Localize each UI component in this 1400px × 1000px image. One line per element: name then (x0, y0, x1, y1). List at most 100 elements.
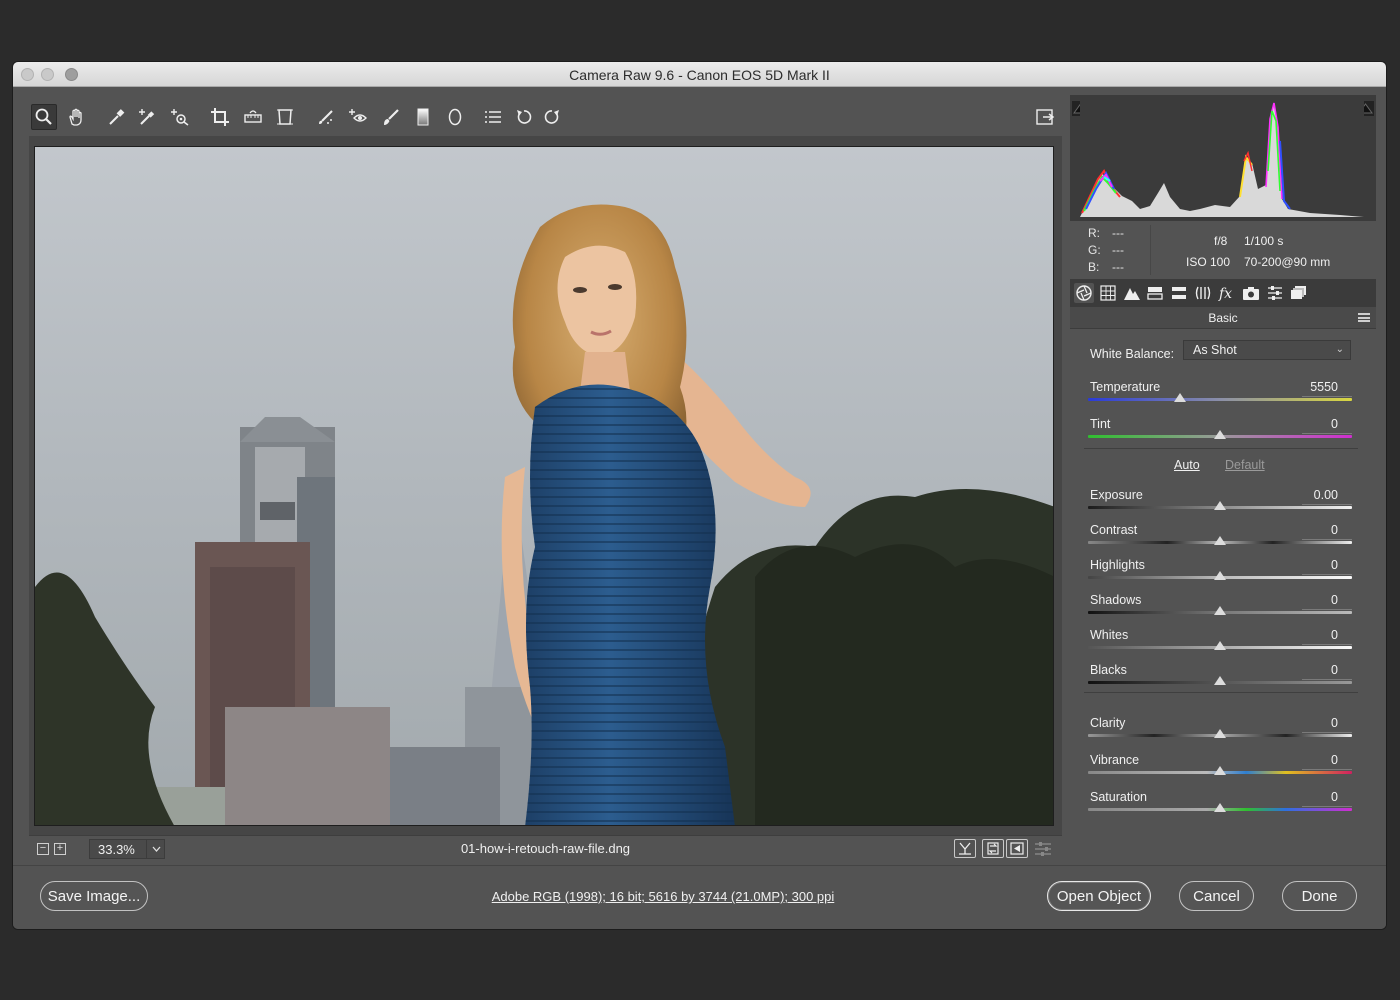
vibrance-slider-thumb[interactable] (1214, 766, 1226, 775)
crop-tool[interactable] (207, 104, 233, 130)
clarity-value-field[interactable]: 0 (1268, 716, 1338, 730)
done-label: Done (1301, 887, 1338, 905)
copy-settings-button[interactable] (1006, 839, 1028, 858)
highlights-slider-thumb[interactable] (1214, 571, 1226, 580)
tab-snapshots[interactable] (1289, 283, 1309, 303)
iso-value: ISO 100 (1186, 255, 1231, 269)
contrast-value-underline (1302, 539, 1352, 540)
fullscreen-toggle-button[interactable] (1032, 104, 1058, 130)
tab-effects[interactable]: fx (1217, 283, 1237, 303)
tool-bar (29, 99, 1062, 136)
white-balance-select[interactable]: As Shot ⌄ (1183, 340, 1351, 360)
presets-icon (1268, 286, 1282, 300)
shadows-label: Shadows (1090, 593, 1142, 607)
vibrance-value-field[interactable]: 0 (1268, 753, 1338, 767)
tint-value-field[interactable]: 0 (1268, 417, 1338, 431)
magnifier-icon (35, 108, 52, 125)
exposure-label: Exposure (1090, 488, 1143, 502)
tab-split-toning[interactable] (1169, 283, 1189, 303)
tab-presets[interactable] (1265, 283, 1285, 303)
shadows-value-underline (1302, 609, 1352, 610)
rotate-cw-button[interactable] (539, 104, 565, 130)
clarity-slider-thumb[interactable] (1214, 729, 1226, 738)
highlights-value-field[interactable]: 0 (1268, 558, 1338, 572)
whites-value-field[interactable]: 0 (1268, 628, 1338, 642)
tab-lens-corrections[interactable] (1193, 283, 1213, 303)
transform-icon (277, 109, 293, 125)
whites-value-underline (1302, 644, 1352, 645)
rotate-ccw-button[interactable] (511, 104, 537, 130)
cancel-button[interactable]: Cancel (1179, 881, 1254, 911)
r-label: R: (1088, 226, 1100, 240)
blacks-slider-thumb[interactable] (1214, 676, 1226, 685)
temperature-slider[interactable] (1088, 398, 1352, 401)
before-after-view-button[interactable] (954, 839, 976, 858)
graduated-filter-tool[interactable] (410, 104, 436, 130)
open-object-button[interactable]: Open Object (1047, 881, 1151, 911)
camera-raw-window: Camera Raw 9.6 - Canon EOS 5D Mark II − … (13, 62, 1386, 929)
preview-area[interactable] (29, 136, 1062, 836)
auto-link[interactable]: Auto (1174, 458, 1200, 472)
crop-icon (211, 108, 229, 126)
saturation-slider-thumb[interactable] (1214, 803, 1226, 812)
color-sampler-tool[interactable] (135, 104, 161, 130)
adjustment-brush-tool[interactable] (378, 104, 404, 130)
rotate-left-icon (517, 110, 532, 124)
tab-detail[interactable] (1122, 283, 1142, 303)
zoom-tool[interactable] (31, 104, 57, 130)
shadows-value-field[interactable]: 0 (1268, 593, 1338, 607)
g-value: --- (1112, 243, 1124, 257)
bottom-bar: Save Image... Adobe RGB (1998); 16 bit; … (13, 865, 1386, 929)
lens-icon (1195, 286, 1211, 300)
tab-basic[interactable] (1074, 283, 1094, 303)
tint-slider-thumb[interactable] (1214, 430, 1226, 439)
hand-tool[interactable] (63, 104, 89, 130)
panel-menu-icon[interactable] (1358, 313, 1370, 322)
histogram (1070, 95, 1376, 221)
level-icon (244, 110, 262, 123)
contrast-label: Contrast (1090, 523, 1138, 537)
grid-curve-icon (1100, 285, 1116, 301)
red-eye-tool[interactable] (345, 104, 371, 130)
section-divider (1084, 448, 1358, 449)
arrow-left-icon (1010, 842, 1024, 855)
white-balance-tool[interactable] (104, 104, 130, 130)
blacks-label: Blacks (1090, 663, 1127, 677)
swap-settings-button[interactable] (982, 839, 1004, 858)
exposure-slider-thumb[interactable] (1214, 501, 1226, 510)
target-adjust-icon (171, 109, 189, 126)
spot-removal-tool[interactable] (313, 104, 339, 130)
vibrance-label: Vibrance (1090, 753, 1140, 767)
sliders-icon (1035, 842, 1051, 856)
r-value: --- (1112, 226, 1124, 240)
title-bar[interactable]: Camera Raw 9.6 - Canon EOS 5D Mark II (13, 62, 1386, 87)
contrast-slider-thumb[interactable] (1214, 536, 1226, 545)
brush-heal-icon (319, 110, 333, 124)
shadows-slider-thumb[interactable] (1214, 606, 1226, 615)
exposure-value-field[interactable]: 0.00 (1268, 488, 1338, 502)
transform-tool[interactable] (272, 104, 298, 130)
default-link[interactable]: Default (1225, 458, 1265, 472)
blacks-value-field[interactable]: 0 (1268, 663, 1338, 677)
pixel-info: R: G: B: --- --- --- f/8 1/100 s ISO 100… (1070, 221, 1376, 279)
tab-hsl[interactable] (1145, 283, 1165, 303)
panel-header: Basic (1070, 307, 1376, 329)
status-bar: − + 33.3% 01-how-i-retouch-raw-file.dng (29, 835, 1062, 861)
targeted-adjustment-tool[interactable] (167, 104, 193, 130)
temperature-slider-thumb[interactable] (1174, 393, 1187, 402)
whites-slider-thumb[interactable] (1214, 641, 1226, 650)
hsl-icon (1147, 287, 1163, 300)
preferences-button[interactable] (480, 104, 506, 130)
tab-tone-curve[interactable] (1098, 283, 1118, 303)
straighten-tool[interactable] (240, 104, 266, 130)
temperature-value-field[interactable]: 5550 (1268, 380, 1338, 394)
settings-toggle-button[interactable] (1034, 841, 1052, 857)
tab-camera-calibration[interactable] (1241, 283, 1261, 303)
contrast-value-field[interactable]: 0 (1268, 523, 1338, 537)
panel-title: Basic (1208, 311, 1238, 325)
saturation-value-field[interactable]: 0 (1268, 790, 1338, 804)
radial-filter-tool[interactable] (442, 104, 468, 130)
highlights-value-underline (1302, 574, 1352, 575)
photo-preview[interactable] (34, 146, 1054, 826)
done-button[interactable]: Done (1282, 881, 1357, 911)
